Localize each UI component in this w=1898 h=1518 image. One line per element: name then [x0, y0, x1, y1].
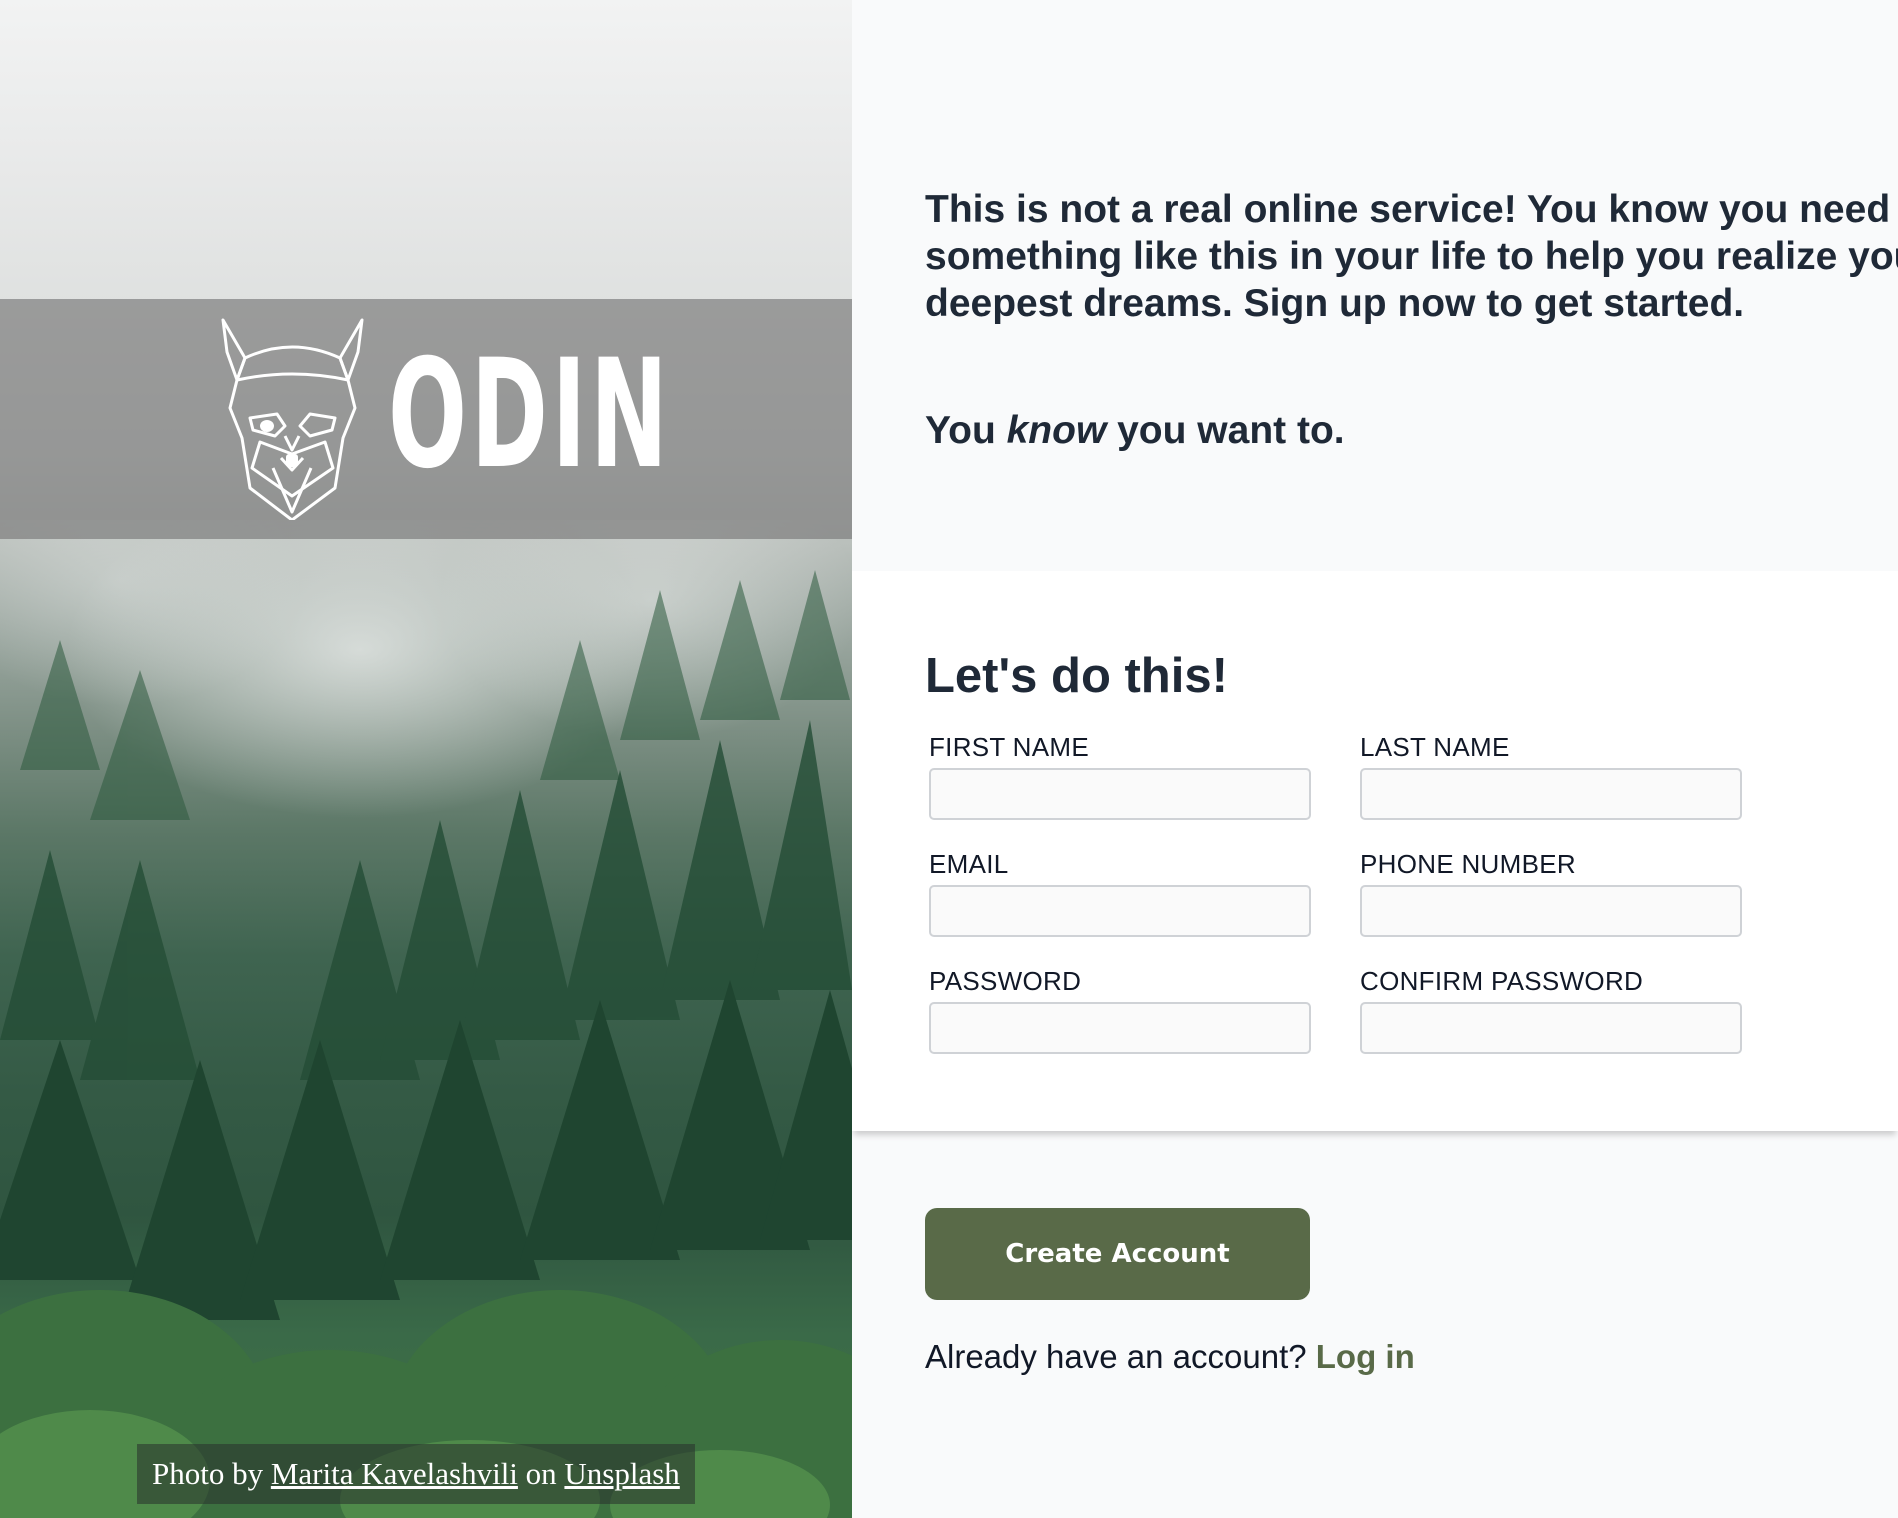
tagline-emphasis: know	[1006, 409, 1107, 452]
phone-input[interactable]	[1360, 885, 1742, 937]
create-account-button[interactable]: Create Account	[925, 1208, 1310, 1300]
intro-paragraph: This is not a real online service! You k…	[925, 188, 1898, 325]
unsplash-link[interactable]: Unsplash	[564, 1456, 679, 1491]
email-label: EMAIL	[929, 849, 1009, 879]
first-name-label: FIRST NAME	[929, 732, 1089, 762]
credit-prefix: Photo by	[152, 1456, 271, 1491]
login-prompt: Already have an account? Log in	[925, 1337, 1415, 1377]
last-name-input[interactable]	[1360, 768, 1742, 820]
first-name-field: FIRST NAME	[925, 732, 1311, 820]
signup-panel: This is not a real online service! You k…	[852, 0, 1898, 1518]
tagline-end: you want to.	[1106, 409, 1345, 452]
login-link[interactable]: Log in	[1316, 1338, 1415, 1375]
password-input[interactable]	[929, 1002, 1311, 1054]
photographer-link[interactable]: Marita Kavelashvili	[271, 1456, 518, 1491]
credit-middle: on	[517, 1456, 565, 1491]
forest-image	[0, 570, 852, 1518]
brand-wordmark: ODIN	[388, 328, 672, 502]
first-name-input[interactable]	[929, 768, 1311, 820]
login-prompt-text: Already have an account?	[925, 1338, 1316, 1375]
viking-helmet-icon	[221, 318, 364, 520]
tagline-start: You	[925, 409, 1007, 452]
confirm-password-label: CONFIRM PASSWORD	[1360, 966, 1644, 996]
email-input[interactable]	[929, 885, 1311, 937]
last-name-label: LAST NAME	[1360, 732, 1510, 762]
password-label: PASSWORD	[929, 966, 1082, 996]
last-name-field: LAST NAME	[1356, 732, 1742, 820]
tagline: You know you want to.	[925, 407, 1345, 454]
email-field: EMAIL	[925, 849, 1311, 937]
photo-credit: Photo by Marita Kavelashvili on Unsplash	[137, 1444, 695, 1504]
confirm-password-input[interactable]	[1360, 1002, 1742, 1054]
password-field: PASSWORD	[925, 966, 1311, 1054]
signup-form: Let's do this! FIRST NAME LAST NAME EMAI…	[852, 571, 1898, 1131]
hero-panel: ODIN Photo by Marita Kavelashvili on Uns…	[0, 0, 852, 1518]
form-title: Let's do this!	[925, 649, 1228, 703]
phone-field: PHONE NUMBER	[1356, 849, 1742, 937]
confirm-password-field: CONFIRM PASSWORD	[1356, 966, 1742, 1054]
phone-label: PHONE NUMBER	[1360, 849, 1576, 879]
